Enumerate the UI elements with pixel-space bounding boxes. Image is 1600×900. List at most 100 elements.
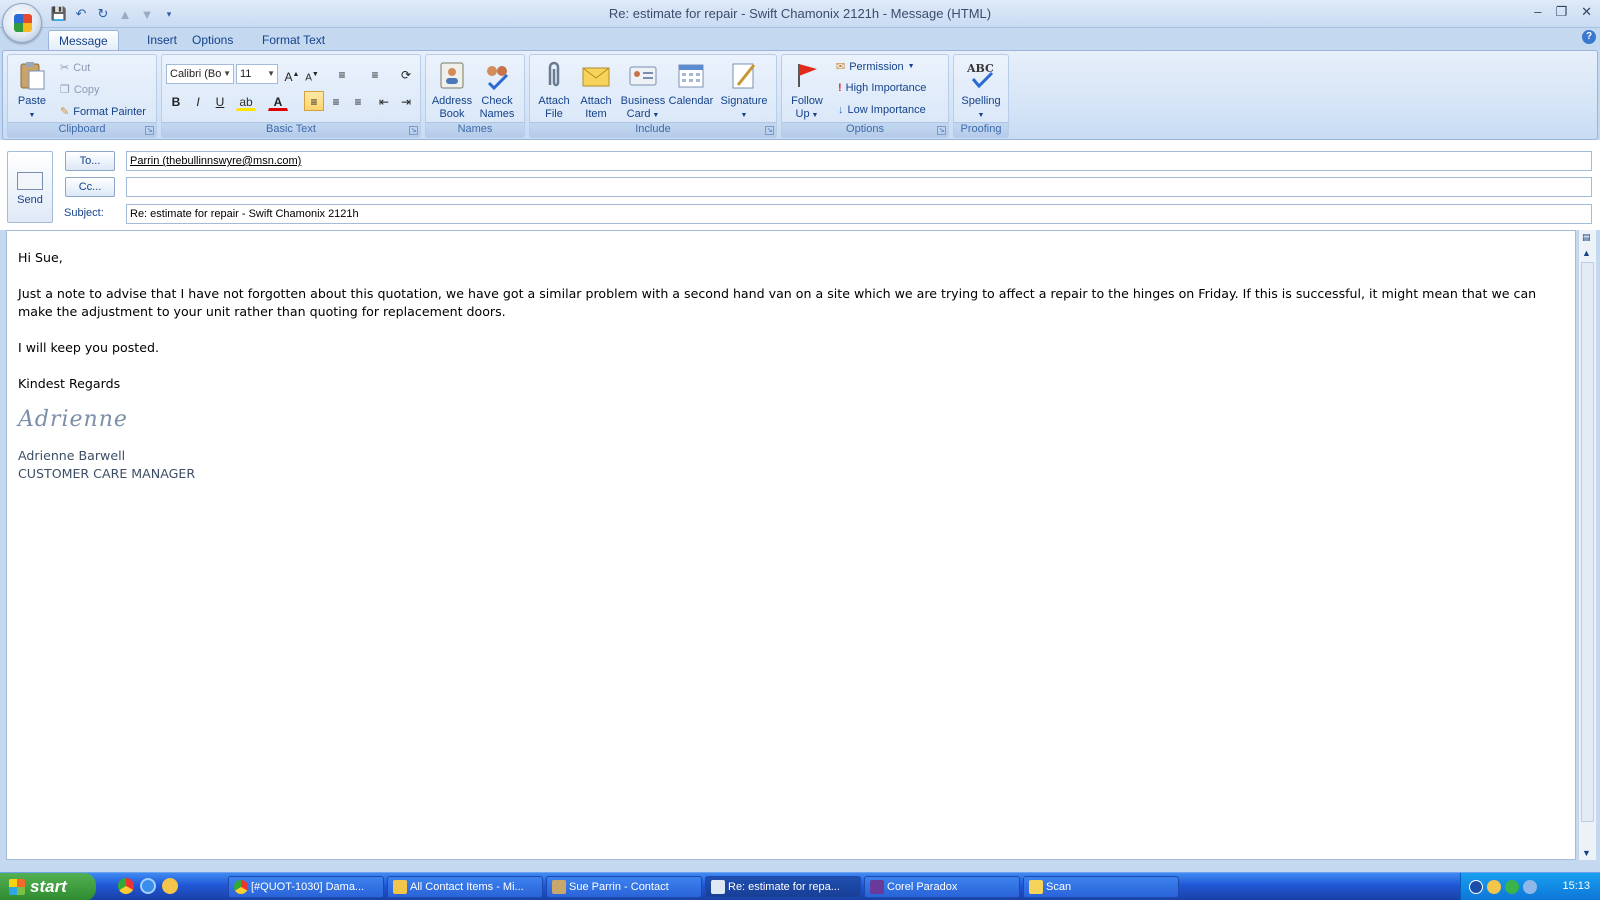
bold-button[interactable]: B: [166, 91, 186, 111]
ribbon-tabs: Message Insert Options Format Text: [0, 28, 1600, 50]
taskbar-item-contacts[interactable]: All Contact Items - Mi...: [387, 876, 543, 898]
message-body[interactable]: Hi Sue, Just a note to advise that I hav…: [6, 230, 1576, 860]
close-icon[interactable]: ✕: [1581, 4, 1592, 20]
font-name-combo[interactable]: Calibri (Bo ▼: [166, 64, 234, 84]
tab-message[interactable]: Message: [48, 30, 119, 50]
align-right-icon[interactable]: ≡: [348, 91, 368, 111]
vertical-scrollbar[interactable]: ▤ ▲ ▼: [1578, 230, 1596, 860]
ribbon: Paste ▼ ✂ Cut ❐ Copy ✎ Format Painter Clipbo…: [2, 50, 1598, 140]
copy-icon: ❐: [60, 84, 70, 96]
shrink-font-button[interactable]: A▼: [302, 64, 322, 84]
decrease-indent-icon[interactable]: ⇤: [374, 91, 394, 111]
help-icon[interactable]: ?: [1582, 30, 1596, 44]
follow-up-button[interactable]: Follow Up ▼: [784, 59, 830, 122]
basic-text-launcher-icon[interactable]: ↘: [409, 126, 418, 135]
copy-button[interactable]: ❐ Copy: [60, 83, 100, 97]
italic-button[interactable]: I: [188, 91, 208, 111]
cc-field[interactable]: [126, 177, 1592, 197]
low-importance-button[interactable]: ↓ Low Importance: [838, 104, 926, 116]
calendar-button[interactable]: Calendar: [666, 59, 716, 108]
follow-up-label-2: Up: [795, 108, 810, 120]
paradox-icon: [870, 880, 884, 894]
clipboard-group-label: Clipboard: [8, 122, 156, 137]
low-importance-label: Low Importance: [847, 104, 926, 116]
taskbar-item-scan[interactable]: Scan: [1023, 876, 1179, 898]
tab-options[interactable]: Options: [182, 30, 243, 50]
basic-text-group: Calibri (Bo ▼ 11 ▼ A▲ A▼ ≡ ≡ ⟳ B I U ab A …: [161, 54, 421, 138]
include-launcher-icon[interactable]: ↘: [765, 126, 774, 135]
address-book-icon: [440, 62, 464, 89]
check-names-button[interactable]: Check Names: [474, 59, 520, 121]
tab-insert[interactable]: Insert: [137, 30, 187, 50]
scroll-down-icon[interactable]: ▼: [1582, 848, 1591, 858]
ruler-toggle-icon[interactable]: ▤: [1582, 232, 1591, 243]
high-importance-button[interactable]: ! High Importance: [838, 82, 926, 94]
envelope-icon: [582, 67, 610, 87]
tray-outlook-icon[interactable]: [1487, 880, 1501, 894]
font-size-combo[interactable]: 11 ▼: [236, 64, 278, 84]
align-center-icon[interactable]: ≡: [326, 91, 346, 111]
proofing-group: ABC Spelling ▼ Proofing: [953, 54, 1009, 138]
permission-button[interactable]: ✉ Permission ▼: [836, 60, 915, 74]
increase-indent-icon[interactable]: ⇥: [396, 91, 416, 111]
window-controls: – ❐ ✕: [1534, 4, 1592, 20]
business-card-button[interactable]: Business Card ▼: [618, 59, 668, 122]
cc-button[interactable]: Cc...: [65, 177, 115, 197]
taskbar: start [#QUOT-1030] Dama... All Contact I…: [0, 872, 1600, 900]
signature-label: Signature: [720, 95, 768, 107]
exclamation-icon: !: [838, 82, 842, 94]
cut-label: Cut: [73, 61, 91, 74]
grow-font-button[interactable]: A▲: [282, 64, 302, 84]
chrome-icon: [234, 880, 248, 894]
underline-button[interactable]: U: [210, 91, 230, 111]
signature-button[interactable]: Signature ▼: [716, 59, 772, 122]
dropdown-icon: ▼: [267, 69, 275, 78]
chrome-icon[interactable]: [118, 878, 134, 894]
recipient-chip[interactable]: Parrin (thebullinnswyre@msn.com): [130, 155, 301, 167]
highlight-icon[interactable]: ab: [236, 91, 256, 111]
format-painter-button[interactable]: ✎ Format Painter: [60, 105, 146, 119]
windows-logo-icon: [9, 879, 25, 895]
clear-formatting-icon[interactable]: ⟳: [396, 64, 416, 84]
taskbar-item-corel-paradox[interactable]: Corel Paradox: [864, 876, 1020, 898]
tray-network-icon[interactable]: [1523, 880, 1537, 894]
restore-icon[interactable]: ❐: [1555, 4, 1567, 20]
attach-file-button[interactable]: Attach File: [534, 59, 574, 121]
title-bar: 💾 ↶ ↻ ▲ ▼ ▾ Re: estimate for repair - Sw…: [0, 0, 1600, 28]
signature-icon: [732, 63, 756, 89]
send-button[interactable]: Send: [7, 151, 53, 223]
start-label: start: [30, 877, 67, 896]
address-book-button[interactable]: Address Book: [428, 59, 476, 121]
minimize-icon[interactable]: –: [1534, 4, 1541, 20]
numbering-icon[interactable]: ≡: [365, 64, 385, 84]
clipboard-launcher-icon[interactable]: ↘: [145, 126, 154, 135]
subject-field[interactable]: Re: estimate for repair - Swift Chamonix…: [126, 204, 1592, 224]
tab-format-text[interactable]: Format Text: [252, 30, 335, 50]
task-label: [#QUOT-1030] Dama...: [251, 881, 365, 893]
attach-item-button[interactable]: Attach Item: [576, 59, 616, 121]
scroll-up-icon[interactable]: ▲: [1582, 248, 1591, 258]
spelling-button[interactable]: ABC Spelling ▼: [956, 59, 1006, 122]
scroll-track[interactable]: [1581, 262, 1594, 822]
taskbar-item-quot[interactable]: [#QUOT-1030] Dama...: [228, 876, 384, 898]
align-left-icon[interactable]: ≡: [304, 91, 324, 111]
clock: 15:13: [1562, 880, 1590, 892]
font-color-icon[interactable]: A: [268, 91, 288, 111]
ie-icon[interactable]: [140, 878, 156, 894]
options-launcher-icon[interactable]: ↘: [937, 126, 946, 135]
outlook-icon[interactable]: [162, 878, 178, 894]
office-button[interactable]: [2, 3, 42, 43]
message-icon: [711, 880, 725, 894]
to-button[interactable]: To...: [65, 151, 115, 171]
names-group-label: Names: [426, 122, 524, 137]
options-group: Follow Up ▼ ✉ Permission ▼ ! High Importance…: [781, 54, 949, 138]
bullets-icon[interactable]: ≡: [332, 64, 352, 84]
paste-button[interactable]: Paste ▼: [14, 59, 50, 122]
to-field[interactable]: Parrin (thebullinnswyre@msn.com): [126, 151, 1592, 171]
taskbar-item-sue-parrin[interactable]: Sue Parrin - Contact: [546, 876, 702, 898]
tray-arrow-icon[interactable]: [1469, 880, 1483, 894]
cut-button[interactable]: ✂ Cut: [60, 61, 91, 75]
taskbar-item-message[interactable]: Re: estimate for repa...: [705, 876, 861, 898]
tray-security-icon[interactable]: [1505, 880, 1519, 894]
start-button[interactable]: start: [0, 873, 96, 900]
